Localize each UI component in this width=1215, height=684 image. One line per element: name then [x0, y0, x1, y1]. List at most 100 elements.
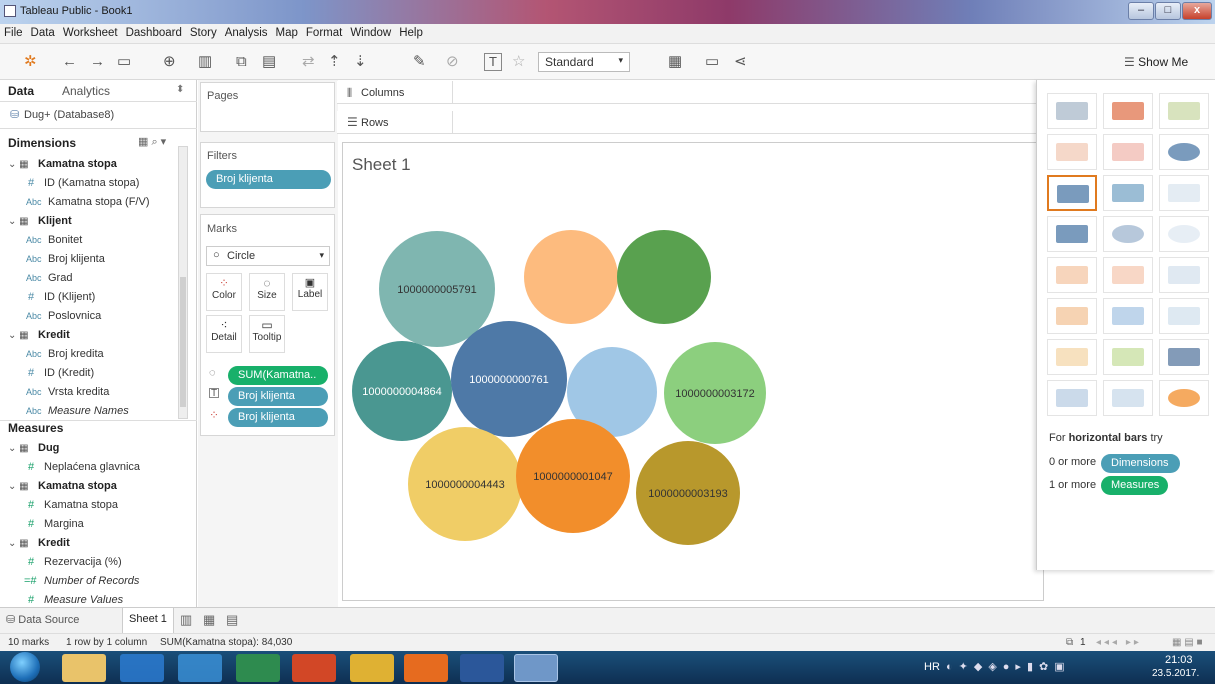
- maximize-button[interactable]: □: [1155, 2, 1181, 20]
- treemap-chart-type[interactable]: [1047, 216, 1097, 252]
- powerpoint-icon[interactable]: [292, 654, 336, 682]
- heat-map-chart-type[interactable]: [1103, 93, 1153, 129]
- duplicate-icon[interactable]: ⧉: [236, 52, 247, 72]
- tray-icons[interactable]: ◐✦◆◈●▸▮✿▣: [946, 660, 1071, 673]
- tableau-logo-icon[interactable]: ✲: [24, 52, 37, 72]
- filled-map-chart-type[interactable]: [1103, 134, 1153, 170]
- clear-sheet-icon[interactable]: ▤: [262, 52, 276, 72]
- file-explorer-icon[interactable]: [62, 654, 106, 682]
- sort-ascending-icon[interactable]: ⇡: [328, 52, 341, 72]
- label-pill[interactable]: Broj klijenta: [228, 387, 328, 406]
- field-item[interactable]: Abc Broj klijenta: [0, 250, 190, 269]
- menu-dashboard[interactable]: Dashboard: [122, 24, 186, 39]
- side-by-side-circles-chart-type[interactable]: [1159, 216, 1209, 252]
- show-labels-icon[interactable]: T: [484, 53, 502, 71]
- bullet-chart-type[interactable]: [1103, 380, 1153, 416]
- menu-analysis[interactable]: Analysis: [221, 24, 272, 39]
- start-button[interactable]: [10, 652, 40, 682]
- grid-view-icon[interactable]: ▦ ▤ ■: [1172, 634, 1203, 651]
- menu-worksheet[interactable]: Worksheet: [59, 24, 122, 39]
- field-item[interactable]: Abc Broj kredita: [0, 345, 190, 364]
- save-icon[interactable]: ▭: [117, 52, 131, 72]
- bubble-mark[interactable]: [524, 230, 618, 324]
- fit-select[interactable]: Standard ▾: [538, 52, 630, 72]
- new-story-icon[interactable]: ▤: [226, 612, 238, 628]
- menu-map[interactable]: Map: [272, 24, 302, 39]
- dual-lines-chart-type[interactable]: [1159, 257, 1209, 293]
- chrome-icon[interactable]: [350, 654, 394, 682]
- field-folder[interactable]: ⌄ ▦ Kredit: [0, 534, 190, 553]
- tab-analytics[interactable]: Analytics: [62, 84, 110, 98]
- box-whisker-chart-type[interactable]: [1159, 339, 1209, 375]
- field-item[interactable]: # ID (Kredit): [0, 364, 190, 383]
- lines-discrete-chart-type[interactable]: [1103, 257, 1153, 293]
- clock-time[interactable]: 21:03: [1165, 654, 1193, 666]
- columns-shelf[interactable]: ⫴ Columns: [337, 81, 1037, 104]
- field-item[interactable]: # Neplaćena glavnica: [0, 458, 190, 477]
- field-folder[interactable]: ⌄ ▦ Klijent: [0, 212, 190, 231]
- sort-descending-icon[interactable]: ⇣: [354, 52, 367, 72]
- field-item[interactable]: # Rezervacija (%): [0, 553, 190, 572]
- new-worksheet-icon[interactable]: ▥: [180, 612, 192, 628]
- circle-view-chart-type[interactable]: [1103, 216, 1153, 252]
- swap-icon[interactable]: ⇄: [302, 52, 315, 72]
- data-source-name[interactable]: Dug+ (Database8): [24, 109, 114, 121]
- field-item[interactable]: =# Number of Records: [0, 572, 190, 591]
- highlight-table-chart-type[interactable]: [1159, 93, 1209, 129]
- presentation-icon[interactable]: ▭: [705, 52, 719, 72]
- highlight-icon[interactable]: ✎: [413, 52, 426, 72]
- group-icon[interactable]: ⊘: [446, 52, 459, 72]
- share-icon[interactable]: ⋖: [734, 52, 747, 72]
- new-datasource-icon[interactable]: ⊕: [163, 52, 176, 72]
- back-icon[interactable]: ←: [62, 52, 77, 72]
- pin-icon[interactable]: ☆: [512, 52, 525, 72]
- field-folder[interactable]: ⌄ ▦ Kredit: [0, 326, 190, 345]
- bubble-mark[interactable]: [617, 230, 711, 324]
- area-continuous-chart-type[interactable]: [1047, 298, 1097, 334]
- show-me-button[interactable]: ☰ Show Me: [1124, 52, 1188, 72]
- worksheet-canvas[interactable]: Sheet 1 1000000005791 1000000004864 100000…: [342, 142, 1044, 601]
- field-item[interactable]: # Margina: [0, 515, 190, 534]
- tab-data[interactable]: Data: [8, 84, 34, 98]
- minimize-button[interactable]: –: [1128, 2, 1154, 20]
- close-button[interactable]: x: [1182, 2, 1212, 20]
- menu-story[interactable]: Story: [186, 24, 221, 39]
- stacked-bars-chart-type[interactable]: [1103, 175, 1153, 211]
- color-pill[interactable]: Broj klijenta: [228, 408, 328, 427]
- language-indicator[interactable]: HR: [924, 661, 940, 673]
- new-dashboard-icon[interactable]: ▦: [203, 612, 215, 628]
- rows-shelf[interactable]: ☰ Rows: [337, 111, 1037, 134]
- size-button[interactable]: ◌ Size: [249, 273, 285, 311]
- dual-combination-chart-type[interactable]: [1159, 298, 1209, 334]
- detail-button[interactable]: ⁖ Detail: [206, 315, 242, 353]
- pane-menu-icon[interactable]: ⬍: [176, 84, 184, 95]
- page-nav-icon[interactable]: ◂◂◂ ▸▸: [1096, 634, 1142, 651]
- pie-chart-chart-type[interactable]: [1159, 134, 1209, 170]
- word-icon[interactable]: [460, 654, 504, 682]
- area-discrete-chart-type[interactable]: [1103, 298, 1153, 334]
- filter-pill[interactable]: Broj klijenta: [206, 170, 331, 189]
- menu-file[interactable]: File: [0, 24, 27, 39]
- field-item[interactable]: Abc Bonitet: [0, 231, 190, 250]
- new-worksheet-icon[interactable]: ▥: [198, 52, 212, 72]
- lines-continuous-chart-type[interactable]: [1047, 257, 1097, 293]
- field-item[interactable]: Abc Poslovnica: [0, 307, 190, 326]
- tableau-icon[interactable]: [514, 654, 558, 682]
- color-button[interactable]: ⁘ Color: [206, 273, 242, 311]
- histogram-chart-type[interactable]: [1103, 339, 1153, 375]
- symbol-map-chart-type[interactable]: [1047, 134, 1097, 170]
- field-item[interactable]: # Kamatna stopa: [0, 496, 190, 515]
- field-folder[interactable]: ⌄ ▦ Kamatna stopa: [0, 477, 190, 496]
- tooltip-button[interactable]: ▭ Tooltip: [249, 315, 285, 353]
- datasource-tab[interactable]: ⛁ Data Source: [6, 613, 79, 626]
- view-icon[interactable]: ▦ ⌕ ▾: [138, 135, 166, 149]
- media-player-icon[interactable]: [178, 654, 222, 682]
- tab-sheet-1[interactable]: Sheet 1: [122, 608, 174, 633]
- filters-shelf[interactable]: Filters Broj klijenta: [200, 142, 335, 208]
- size-pill[interactable]: SUM(Kamatna..: [228, 366, 328, 385]
- pages-shelf[interactable]: Pages: [200, 82, 335, 132]
- field-folder[interactable]: ⌄ ▦ Dug: [0, 439, 190, 458]
- menu-format[interactable]: Format: [302, 24, 346, 39]
- label-button[interactable]: ▣ Label: [292, 273, 328, 311]
- scrollbar[interactable]: [178, 146, 188, 419]
